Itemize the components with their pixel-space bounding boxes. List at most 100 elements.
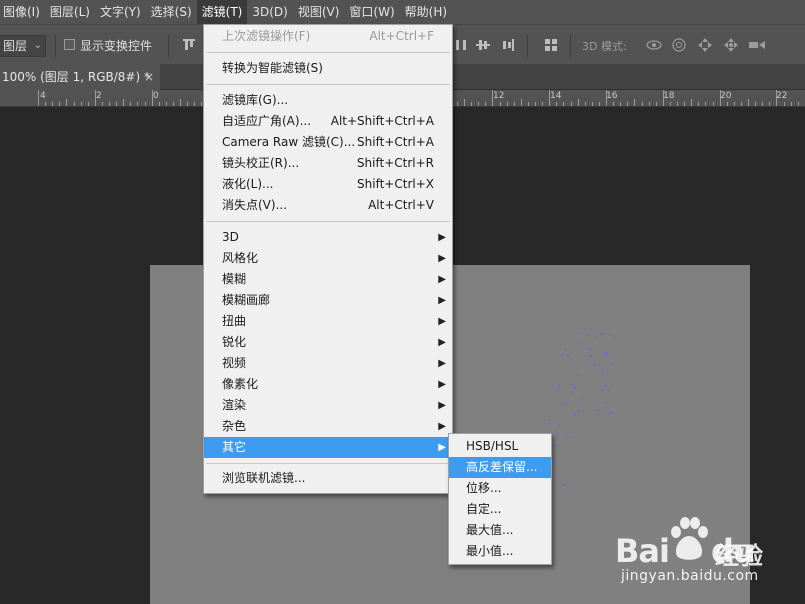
align-top-icon[interactable] [182, 38, 196, 52]
menu-item-3d[interactable]: 3D ▶ [204, 227, 452, 248]
watermark-url: jingyan.baidu.com [621, 568, 759, 584]
canvas-speck [578, 410, 580, 412]
submenu-item-maximum[interactable]: 最大值... [449, 520, 551, 541]
ruler-tick [172, 102, 174, 106]
menu-item-adaptive-wide-angle[interactable]: 自适应广角(A)... Alt+Shift+Ctrl+A [204, 111, 452, 132]
ruler-tick [748, 99, 749, 106]
distribute-right-icon[interactable] [500, 38, 514, 52]
ruler-tick [66, 99, 68, 106]
menu-item-stylize[interactable]: 风格化 ▶ [204, 248, 452, 269]
submenu-item-label: HSB/HSL [466, 439, 519, 453]
document-tab[interactable]: 100% (图层 1, RGB/8#) * × [0, 64, 160, 90]
menu-item-camera-raw[interactable]: Camera Raw 滤镜(C)... Shift+Ctrl+A [204, 132, 452, 153]
auto-align-icon[interactable] [544, 38, 558, 52]
submenu-arrow-icon: ▶ [438, 232, 446, 243]
menu-item-shortcut: Shift+Ctrl+R [356, 156, 434, 170]
menu-image[interactable]: 图像(I) [0, 0, 45, 24]
menu-window[interactable]: 窗口(W) [344, 0, 399, 24]
submenu-item-hsb-hsl[interactable]: HSB/HSL [449, 436, 551, 457]
submenu-item-label: 高反差保留... [466, 460, 538, 474]
menu-layer[interactable]: 图层(L) [45, 0, 95, 24]
canvas-speck [562, 353, 564, 355]
distribute-horizontal-icon[interactable] [454, 38, 468, 52]
ruler-tick [499, 102, 501, 106]
menu-item-blur[interactable]: 模糊 ▶ [204, 269, 452, 290]
submenu-item-high-pass[interactable]: 高反差保留... [449, 457, 551, 478]
ruler-tick [662, 90, 664, 106]
submenu-item-minimum[interactable]: 最小值... [449, 541, 551, 562]
canvas-speck [586, 362, 588, 364]
menu-item-distort[interactable]: 扭曲 ▶ [204, 311, 452, 332]
ruler-tick [620, 102, 622, 106]
canvas-speck [593, 447, 595, 449]
ruler-label: 18 [663, 91, 675, 101]
menu-divider [206, 52, 450, 53]
ruler-label: 4 [40, 91, 46, 101]
ruler-tick [634, 99, 636, 106]
menu-item-vanishing-point[interactable]: 消失点(V)... Alt+Ctrl+V [204, 195, 452, 216]
ruler-label: 22 [776, 91, 788, 101]
3d-orbit-icon[interactable] [646, 38, 662, 52]
menu-bar: 图像(I) 图层(L) 文字(Y) 选择(S) 滤镜(T) 3D(D) 视图(V… [0, 0, 805, 24]
menu-type[interactable]: 文字(Y) [95, 0, 146, 24]
canvas-speck [590, 355, 592, 357]
ruler-tick [655, 102, 657, 106]
menu-item-lens-correction[interactable]: 镜头校正(R)... Shift+Ctrl+R [204, 153, 452, 174]
menu-item-blur-gallery[interactable]: 模糊画廊 ▶ [204, 290, 452, 311]
menu-3d[interactable]: 3D(D) [247, 0, 292, 24]
3d-scale-icon[interactable] [748, 38, 765, 52]
show-transform-checkbox[interactable] [64, 39, 75, 50]
3d-roll-icon[interactable] [672, 38, 686, 52]
ruler-tick [677, 102, 678, 106]
menu-item-filter-gallery[interactable]: 滤镜库(G)... [204, 90, 452, 111]
menu-help[interactable]: 帮助(H) [400, 0, 452, 24]
menu-item-label: 3D [222, 230, 239, 244]
submenu-item-label: 自定... [466, 502, 502, 516]
submenu-item-custom[interactable]: 自定... [449, 499, 551, 520]
ruler-tick [180, 99, 181, 106]
menu-item-render[interactable]: 渲染 ▶ [204, 395, 452, 416]
ruler-label: 0 [153, 91, 159, 101]
canvas-speck [605, 402, 607, 404]
submenu-arrow-icon: ▶ [438, 316, 446, 327]
ruler-tick [606, 90, 607, 106]
submenu-arrow-icon: ▶ [438, 253, 446, 264]
menu-view[interactable]: 视图(V) [293, 0, 345, 24]
menu-item-sharpen[interactable]: 锐化 ▶ [204, 332, 452, 353]
menu-item-pixelate[interactable]: 像素化 ▶ [204, 374, 452, 395]
ruler-tick [144, 102, 146, 106]
ruler-tick [627, 102, 629, 106]
close-icon[interactable]: × [144, 64, 154, 90]
canvas-speck [563, 402, 565, 404]
canvas-speck [563, 484, 565, 486]
ruler-tick [158, 102, 160, 106]
menu-item-smart-filter[interactable]: 转换为智能滤镜(S) [204, 58, 452, 79]
submenu-item-offset[interactable]: 位移... [449, 478, 551, 499]
menu-item-shortcut: Alt+Ctrl+V [368, 198, 434, 212]
ruler-tick [563, 102, 565, 106]
ruler-tick [549, 90, 551, 106]
menu-item-browse-filters-online[interactable]: 浏览联机滤镜... [204, 468, 452, 489]
ruler-tick [165, 102, 167, 106]
distribute-centers-icon[interactable] [476, 38, 490, 52]
ruler-tick [123, 99, 125, 106]
menu-item-other[interactable]: 其它 ▶ [204, 437, 452, 458]
canvas-speck [608, 390, 610, 392]
canvas-speck [557, 434, 559, 436]
ruler-tick [598, 102, 600, 106]
3d-pan-icon[interactable] [698, 38, 712, 52]
ruler-tick [101, 102, 103, 106]
submenu-arrow-icon: ▶ [438, 421, 446, 432]
menu-item-label: Camera Raw 滤镜(C)... [222, 135, 356, 149]
ruler-tick [542, 102, 544, 106]
ruler-tick [719, 90, 721, 106]
menu-item-noise[interactable]: 杂色 ▶ [204, 416, 452, 437]
menu-item-video[interactable]: 视频 ▶ [204, 353, 452, 374]
auto-select-target-dropdown[interactable]: 图层 ⌄ [0, 35, 46, 57]
menu-select[interactable]: 选择(S) [146, 0, 197, 24]
menu-filter[interactable]: 滤镜(T) [196, 0, 248, 24]
menu-item-liquify[interactable]: 液化(L)... Shift+Ctrl+X [204, 174, 452, 195]
3d-slide-icon[interactable] [724, 38, 738, 52]
menu-item-label: 转换为智能滤镜(S) [222, 61, 323, 75]
ruler-tick [591, 102, 593, 106]
